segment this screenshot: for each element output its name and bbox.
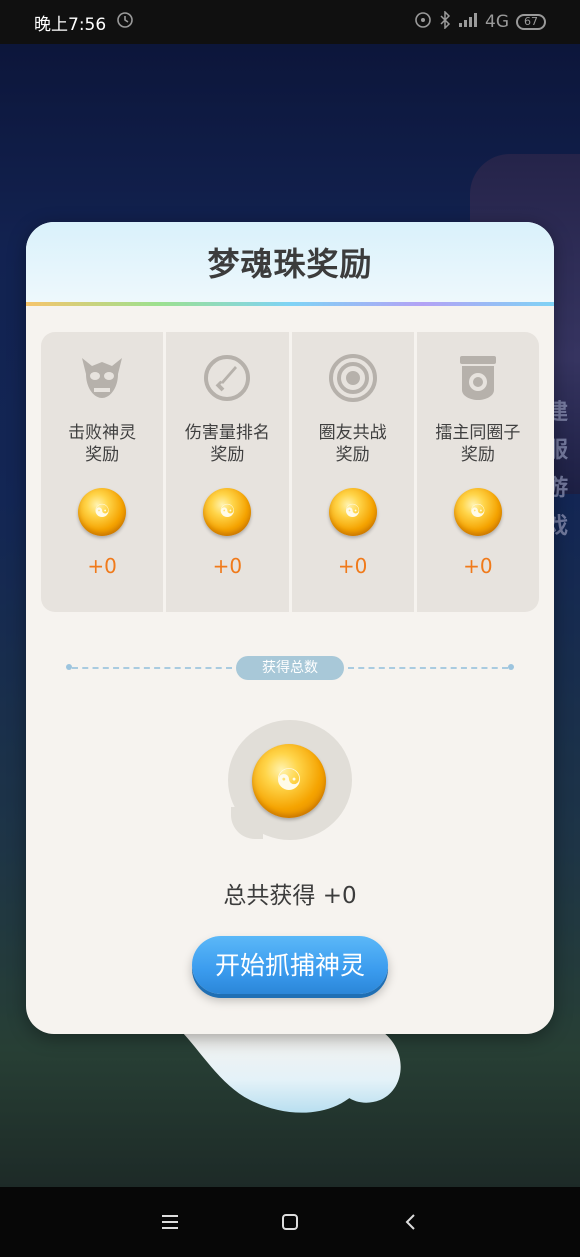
back-icon[interactable] — [390, 1202, 430, 1242]
dream-orb-icon — [78, 488, 127, 536]
reward-item-damage-rank: 伤害量排名 奖励 +0 — [166, 332, 289, 612]
shield-badge-icon — [459, 356, 496, 400]
wave-decoration — [180, 1030, 401, 1113]
dream-orb-icon — [328, 488, 377, 536]
status-time: 晚上7:56 — [34, 14, 107, 35]
reward-label: 圈友共战 奖励 — [318, 423, 387, 465]
divider-line-left — [72, 667, 232, 669]
menu-icon[interactable] — [150, 1202, 190, 1242]
total-label: 获得总数 — [236, 656, 344, 680]
total-divider: 获得总数 — [66, 656, 514, 680]
signal-icon — [458, 12, 478, 32]
reward-grid: 击败神灵 奖励 +0 伤害量排名 奖励 +0 — [41, 332, 539, 612]
dream-orb-icon — [453, 488, 502, 536]
reward-label: 击败神灵 奖励 — [68, 423, 137, 465]
total-bubble-tail — [231, 807, 263, 839]
reward-item-arena-master: 擂主同圈子 奖励 +0 — [416, 332, 539, 612]
divider-dot — [508, 664, 514, 670]
divider-line-right — [348, 667, 508, 669]
reward-value: +0 — [87, 554, 117, 578]
alarm-icon — [116, 11, 134, 34]
reward-label: 伤害量排名 奖励 — [184, 423, 270, 465]
hotspot-icon — [414, 11, 432, 33]
start-capture-button[interactable]: 开始抓捕神灵 — [192, 936, 388, 994]
home-icon[interactable] — [270, 1202, 310, 1242]
dream-orb-icon — [203, 488, 252, 536]
demon-mask-icon — [82, 358, 123, 398]
reward-value: +0 — [212, 554, 243, 578]
network-type: 4G — [485, 12, 509, 32]
sword-icon — [204, 355, 251, 401]
dialog-header: 梦魂珠奖励 — [26, 222, 554, 306]
reward-dialog: 梦魂珠奖励 击败神灵 奖励 +0 伤害 — [26, 222, 554, 1034]
navigation-bar — [0, 1187, 580, 1257]
reward-label: 擂主同圈子 奖励 — [435, 423, 521, 465]
dream-orb-large-icon — [252, 744, 326, 818]
status-bar: 晚上7:56 4G 67 — [0, 0, 580, 44]
dialog-title: 梦魂珠奖励 — [207, 245, 373, 283]
reward-value: +0 — [337, 554, 368, 578]
reward-item-defeat-god: 击败神灵 奖励 +0 — [41, 332, 164, 612]
reward-item-circle-battle: 圈友共战 奖励 +0 — [291, 332, 414, 612]
bluetooth-icon — [439, 10, 451, 33]
total-obtained-text: 总共获得 +0 — [223, 883, 357, 909]
battery-icon: 67 — [516, 14, 546, 30]
target-circle-icon — [328, 354, 377, 402]
reward-value: +0 — [463, 554, 493, 578]
